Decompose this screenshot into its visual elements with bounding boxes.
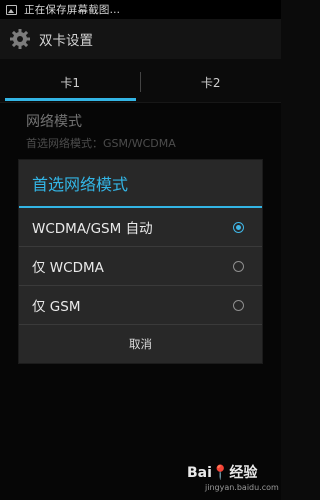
tab-sim2[interactable]: 卡2 — [141, 62, 282, 102]
screenshot-image-icon — [6, 4, 17, 15]
radio-unchecked-icon[interactable] — [233, 260, 244, 272]
cancel-button[interactable]: 取消 — [19, 325, 262, 363]
action-bar: 双卡设置 — [0, 19, 281, 59]
baidu-jingyan-watermark: Bai📍经验 jingyan.baidu.com — [187, 462, 279, 492]
radio-checked-icon[interactable] — [233, 221, 244, 233]
page-title: 双卡设置 — [39, 33, 93, 49]
tab-sim2-label: 卡2 — [200, 75, 221, 90]
watermark-url: jingyan.baidu.com — [205, 483, 279, 492]
option-wcdma-gsm-auto[interactable]: WCDMA/GSM 自动 — [19, 208, 262, 247]
radio-unchecked-icon[interactable] — [233, 299, 244, 311]
dialog-title: 首选网络模式 — [19, 160, 262, 208]
settings-gear-icon[interactable] — [9, 28, 31, 50]
network-mode-dialog: 首选网络模式 WCDMA/GSM 自动 仅 WCDMA 仅 GSM 取消 — [19, 160, 262, 363]
status-bar: 正在保存屏幕截图... — [0, 0, 281, 19]
tab-sim1-label: 卡1 — [60, 75, 81, 90]
option-label: WCDMA/GSM 自动 — [32, 221, 153, 237]
option-wcdma-only[interactable]: 仅 WCDMA — [19, 247, 262, 286]
status-text: 正在保存屏幕截图... — [24, 4, 121, 16]
watermark-brand: Bai📍经验 — [187, 465, 258, 481]
tab-divider — [140, 72, 141, 92]
option-gsm-only[interactable]: 仅 GSM — [19, 286, 262, 325]
option-label: 仅 GSM — [32, 299, 81, 315]
tab-sim1[interactable]: 卡1 — [0, 62, 141, 102]
option-label: 仅 WCDMA — [32, 260, 104, 276]
